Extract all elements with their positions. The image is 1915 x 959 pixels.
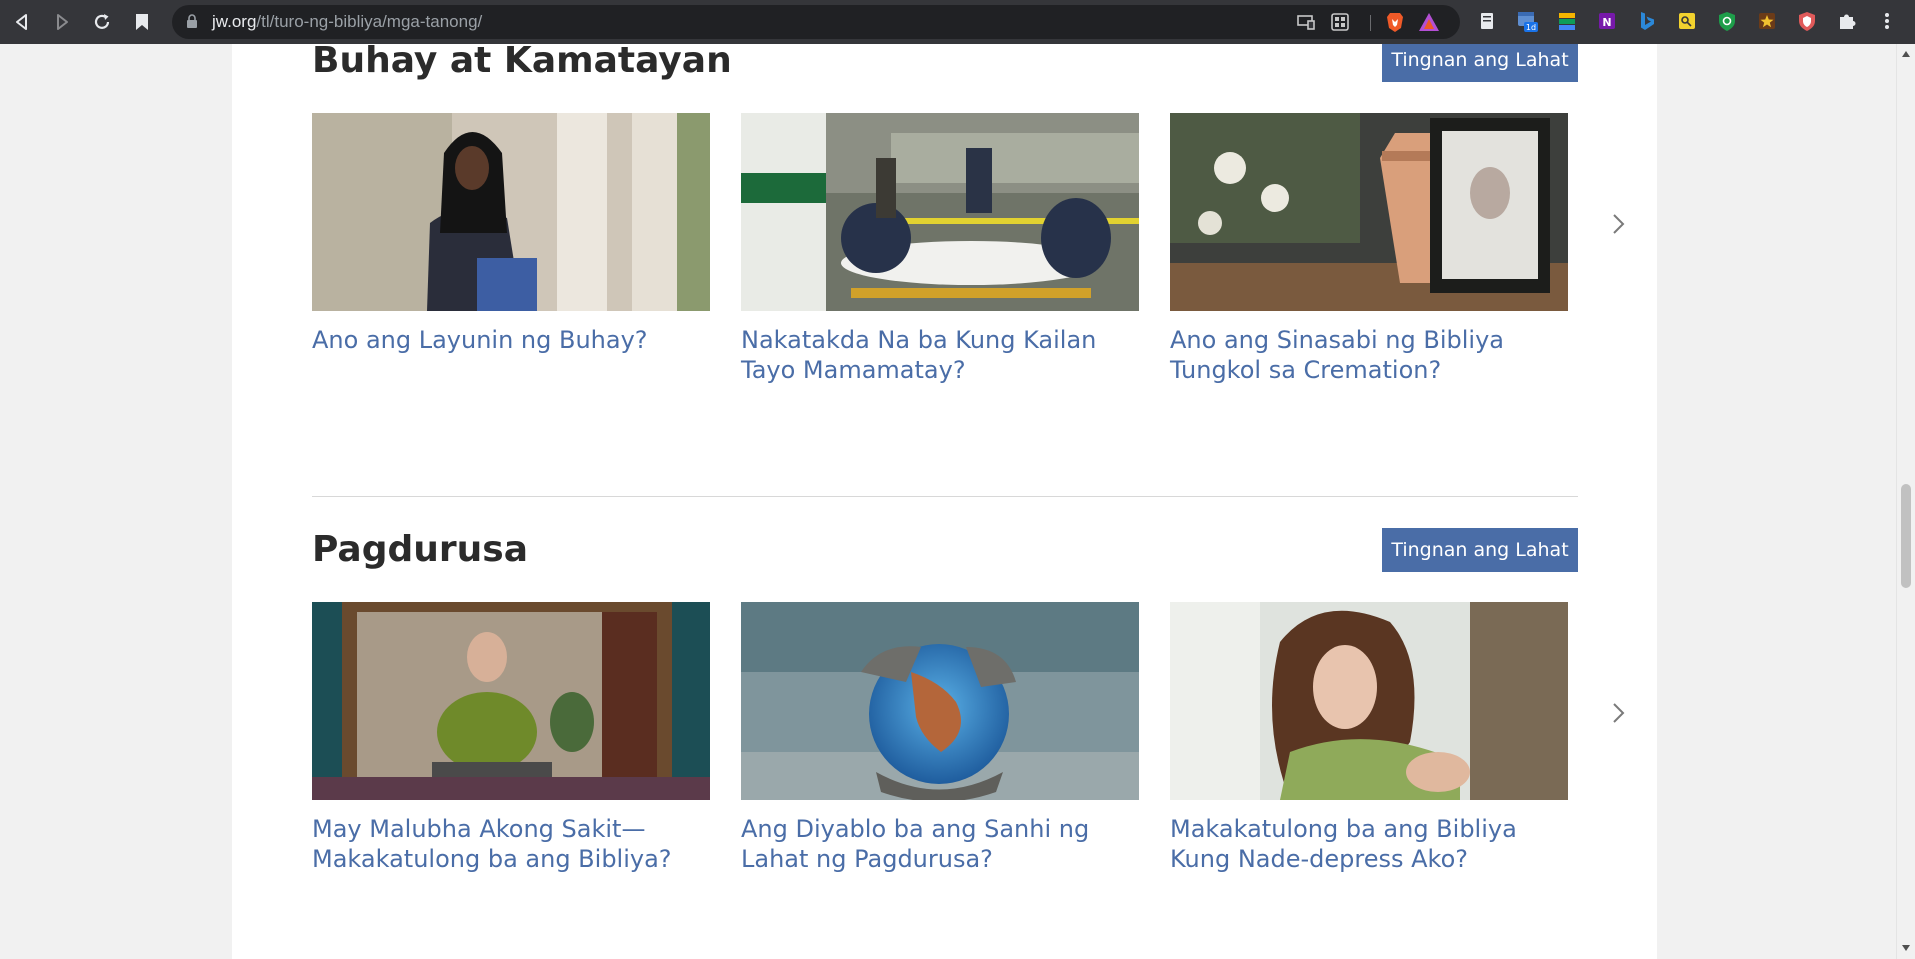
see-all-button-pagdurusa[interactable]: Tingnan ang Lahat <box>1382 528 1578 572</box>
brave-rewards-icon[interactable] <box>1418 12 1440 32</box>
carousel-next-button-buhay[interactable] <box>1606 210 1630 238</box>
article-link-depression[interactable]: Makakatulong ba ang Bibliya Kung Nade-de… <box>1170 814 1568 874</box>
extensions-puzzle-icon[interactable] <box>1836 10 1858 32</box>
bookmark-icon <box>136 14 148 30</box>
forward-button[interactable] <box>48 8 76 36</box>
article-card[interactable]: Makakatulong ba ang Bibliya Kung Nade-de… <box>1170 602 1568 874</box>
extension-ublock-icon[interactable] <box>1796 10 1818 32</box>
see-all-button-buhay[interactable]: Tingnan ang Lahat <box>1382 44 1578 82</box>
url-text: jw.org/tl/turo-ng-bibliya/mga-tanong/ <box>212 13 482 31</box>
section-title-pagdurusa: Pagdurusa <box>312 529 528 570</box>
reload-button[interactable] <box>88 8 116 36</box>
article-card[interactable]: May Malubha Akong Sakit—Makakatulong ba … <box>312 602 710 874</box>
article-card[interactable]: Ano ang Sinasabi ng Bibliya Tungkol sa C… <box>1170 113 1568 385</box>
browser-toolbar: jw.org/tl/turo-ng-bibliya/mga-tanong/ 1d… <box>0 0 1915 44</box>
extension-onenote-icon[interactable]: N <box>1596 10 1618 32</box>
extension-key-icon[interactable] <box>1676 10 1698 32</box>
scrollbar-thumb[interactable] <box>1901 484 1911 588</box>
main-content: Buhay at Kamatayan Tingnan ang Lahat Ano… <box>232 44 1657 959</box>
extension-bing-icon[interactable] <box>1636 10 1658 32</box>
article-thumbnail-appointed-time-of-death[interactable] <box>741 113 1139 311</box>
extension-notes-icon[interactable] <box>1476 10 1498 32</box>
article-link-devil-cause-of-suffering[interactable]: Ang Diyablo ba ang Sanhi ng Lahat ng Pag… <box>741 814 1139 874</box>
page-scrollbar[interactable] <box>1896 44 1915 959</box>
menu-kebab-icon[interactable] <box>1876 10 1898 32</box>
article-thumbnail-devil-cause-of-suffering[interactable] <box>741 602 1139 800</box>
bookmark-button[interactable] <box>128 8 156 36</box>
article-thumbnail-purpose-of-life[interactable] <box>312 113 710 311</box>
address-bar[interactable]: jw.org/tl/turo-ng-bibliya/mga-tanong/ <box>172 5 1460 39</box>
article-thumbnail-serious-illness[interactable] <box>312 602 710 800</box>
scroll-up-arrow-icon[interactable] <box>1901 50 1911 58</box>
extension-star-icon[interactable] <box>1756 10 1778 32</box>
svg-text:N: N <box>1602 16 1611 29</box>
article-link-serious-illness[interactable]: May Malubha Akong Sakit—Makakatulong ba … <box>312 814 710 874</box>
article-card[interactable]: Nakatakda Na ba Kung Kailan Tayo Mamamat… <box>741 113 1139 385</box>
article-card[interactable]: Ang Diyablo ba ang Sanhi ng Lahat ng Pag… <box>741 602 1139 874</box>
qr-code-icon[interactable] <box>1330 13 1350 31</box>
brave-shield-icon[interactable] <box>1384 11 1406 33</box>
article-link-appointed-time-of-death[interactable]: Nakatakda Na ba Kung Kailan Tayo Mamamat… <box>741 325 1139 385</box>
cast-icon[interactable] <box>1296 13 1316 31</box>
back-button[interactable] <box>8 8 36 36</box>
extension-shield-icon[interactable] <box>1716 10 1738 32</box>
article-thumbnail-cremation[interactable] <box>1170 113 1568 311</box>
calendar-badge: 1d <box>1526 23 1536 32</box>
scroll-down-arrow-icon[interactable] <box>1901 944 1911 952</box>
carousel-next-button-pagdurusa[interactable] <box>1606 699 1630 727</box>
section-divider <box>312 496 1578 497</box>
extension-stack-icon[interactable] <box>1556 10 1578 32</box>
lock-icon <box>187 14 197 28</box>
article-link-purpose-of-life[interactable]: Ano ang Layunin ng Buhay? <box>312 325 710 355</box>
article-thumbnail-depression[interactable] <box>1170 602 1568 800</box>
article-card[interactable]: Ano ang Layunin ng Buhay? <box>312 113 710 355</box>
url-path: /tl/turo-ng-bibliya/mga-tanong/ <box>256 12 483 31</box>
omnibox-separator <box>1370 15 1371 31</box>
reload-icon <box>94 14 110 29</box>
back-icon <box>16 14 27 30</box>
article-link-cremation[interactable]: Ano ang Sinasabi ng Bibliya Tungkol sa C… <box>1170 325 1568 385</box>
section-title-buhay-at-kamatayan: Buhay at Kamatayan <box>312 44 732 81</box>
forward-icon <box>57 14 68 30</box>
extension-calendar-icon[interactable]: 1d <box>1516 10 1538 32</box>
page-viewport: Buhay at Kamatayan Tingnan ang Lahat Ano… <box>0 44 1896 959</box>
url-host: jw.org <box>212 12 257 31</box>
